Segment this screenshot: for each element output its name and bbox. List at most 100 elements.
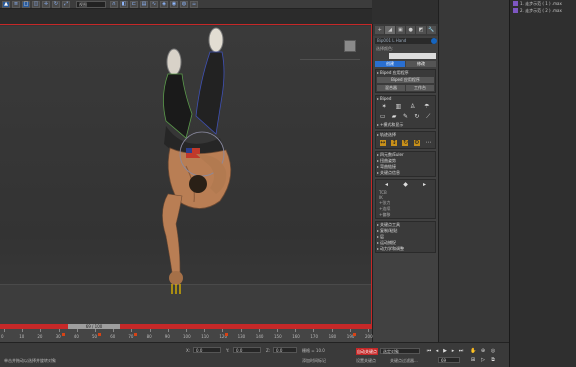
selected-dropdown[interactable]: 选定对象 [380, 348, 420, 354]
footstep-mode-icon[interactable]: ▥ [395, 104, 402, 110]
y-field[interactable]: 0.0 [233, 347, 261, 353]
layer-icon[interactable]: ▤ [140, 0, 148, 8]
set-key-button[interactable]: 设置关键点 [356, 358, 376, 364]
motion-flow-icon[interactable]: ♙ [410, 104, 416, 110]
scale-icon[interactable]: ⤢ [62, 0, 70, 8]
prev-frame-icon[interactable]: ◂ [434, 348, 440, 354]
symmetrical-icon[interactable]: ⋯ [425, 140, 431, 146]
move-icon[interactable]: ✛ [42, 0, 50, 8]
time-ruler[interactable]: 0 10 20 30 40 50 60 70 80 90 100 110 120 130 140 150 160… [0, 329, 373, 342]
file-item[interactable]: 1. 走步示范 ( 1 ) .max [510, 0, 576, 7]
ruler-tick [4, 329, 5, 332]
tab-motion[interactable]: ● [405, 26, 416, 34]
perspective-viewport[interactable] [0, 26, 371, 324]
keyframe-marker[interactable] [225, 333, 229, 336]
keyframe-marker[interactable] [134, 333, 138, 336]
keyframe-marker[interactable] [352, 333, 356, 336]
tab-utilities[interactable]: 🔧 [426, 26, 436, 34]
curve-icon[interactable]: ∿ [150, 0, 158, 8]
biped-app-button[interactable]: Biped 应用程序 [377, 77, 434, 83]
rollout-title[interactable]: Biped [376, 96, 435, 102]
select-icon[interactable]: ▲ [2, 0, 10, 8]
play-icon[interactable]: ▶ [442, 348, 448, 354]
pan-icon[interactable]: ✋ [470, 348, 476, 354]
key-filters-button[interactable]: 关键点过滤器... [390, 358, 418, 364]
ruler-label: 170 [310, 334, 319, 339]
file-item[interactable]: 2. 走步示范 ( 2 ) .max [510, 7, 576, 14]
keyframe-marker[interactable] [61, 333, 65, 336]
material-icon[interactable]: ◉ [170, 0, 178, 8]
zoom-icon[interactable]: ⊕ [480, 348, 486, 354]
color-input[interactable] [389, 53, 436, 59]
folder-icon[interactable]: ▰ [391, 114, 397, 120]
mirror-icon[interactable]: ◧ [120, 0, 128, 8]
body-vertical-icon[interactable]: ↕ [391, 140, 398, 146]
body-horizontal-icon[interactable]: ↔ [379, 140, 386, 146]
workbench-button[interactable]: 工作台 [406, 85, 434, 91]
rollout-title[interactable]: Biped 应用程序 [376, 70, 435, 76]
rect-select-icon[interactable]: □ [22, 0, 30, 8]
create-button[interactable]: 创建 [375, 61, 405, 67]
rotate-icon[interactable]: ↻ [52, 0, 60, 8]
rollout-keyinfo[interactable]: 关键点信息 [376, 170, 435, 176]
rollout-title[interactable]: 轨迹选择 [376, 132, 435, 138]
current-frame-field[interactable]: 69 [438, 357, 460, 363]
viewcube-icon[interactable] [344, 40, 356, 52]
figure-mode-icon[interactable]: ✶ [381, 104, 387, 110]
modify-button[interactable]: 修改 [406, 61, 436, 67]
goto-end-icon[interactable]: ⏭ [458, 348, 464, 354]
snap-icon[interactable]: ∩ [110, 0, 118, 8]
ruler-tick [331, 329, 333, 332]
load-icon[interactable]: ↻ [414, 114, 420, 120]
mixer-button[interactable]: 混合器 [377, 85, 405, 91]
add-time-tag[interactable]: 添加时间标记 [302, 358, 326, 364]
key-nav-row: ◂ ◆ ▸ [376, 180, 435, 190]
orbit-icon[interactable]: ◎ [490, 348, 496, 354]
ruler-label: 180 [328, 334, 337, 339]
mixer-mode-icon[interactable]: ☂ [424, 104, 430, 110]
window-crossing-icon[interactable]: ◫ [32, 0, 40, 8]
reference-coord-dropdown[interactable]: 视图 [76, 0, 106, 8]
ruler-tick [222, 329, 224, 332]
render-icon[interactable]: ☕ [190, 0, 198, 8]
tab-create[interactable]: + [375, 26, 385, 34]
x-field[interactable]: 0.0 [193, 347, 221, 353]
status-bar: 单击并拖动以选择并旋转对象 X: 0.0 Y: 0.0 Z: 0.0 栅格 = … [0, 342, 509, 367]
rollout-subtitle[interactable]: +模式和显示 [376, 122, 435, 128]
ruler-label: 150 [274, 334, 282, 339]
set-key-icon[interactable]: ◆ [403, 182, 409, 188]
object-name-field[interactable]: Bip001 L Hand [375, 38, 437, 44]
pose-icon[interactable]: ⟋ [425, 114, 431, 120]
rollout-dynamics[interactable]: 动力学和调整 [376, 246, 435, 252]
viewport-frame [0, 24, 372, 324]
prev-key-icon[interactable]: ◂ [384, 182, 390, 188]
lock-cog-icon[interactable]: ⚙ [413, 140, 420, 146]
fov-icon[interactable]: ▷ [480, 357, 486, 363]
ruler-tick [95, 329, 96, 332]
tab-hierarchy[interactable]: ▣ [395, 26, 405, 34]
next-key-icon[interactable]: ▸ [422, 182, 428, 188]
zoom-all-icon[interactable]: ⊞ [470, 357, 476, 363]
save-file-icon[interactable]: ✎ [402, 114, 408, 120]
schematic-icon[interactable]: ◈ [160, 0, 168, 8]
align-icon[interactable]: ⊏ [130, 0, 138, 8]
tab-modify[interactable]: ◢ [385, 26, 395, 34]
body-rotation-icon[interactable]: ↻ [402, 140, 409, 146]
object-color-swatch[interactable] [431, 38, 437, 44]
character-model[interactable] [130, 26, 280, 296]
open-file-icon[interactable]: ▭ [380, 114, 386, 120]
ruler-label: 30 [55, 334, 61, 339]
keyframe-marker[interactable] [98, 333, 101, 336]
goto-start-icon[interactable]: ⏮ [426, 348, 432, 354]
next-frame-icon[interactable]: ▸ [450, 348, 456, 354]
command-panel-tabs: + ◢ ▣ ● ◩ 🔧 [373, 24, 438, 36]
grid-size: 栅格 = 10.0 [302, 348, 325, 353]
main-toolbar: ▲ ≡ □ ◫ ✛ ↻ ⤢ 视图 ∩ ◧ ⊏ ▤ ∿ ◈ ◉ ◍ ☕ [0, 0, 372, 9]
tab-display[interactable]: ◩ [416, 26, 426, 34]
ruler-tick [131, 329, 133, 332]
auto-key-button[interactable]: 自动关键点 [356, 348, 378, 355]
select-name-icon[interactable]: ≡ [12, 0, 20, 8]
render-setup-icon[interactable]: ◍ [180, 0, 188, 8]
z-field[interactable]: 0.0 [273, 347, 297, 353]
maximize-icon[interactable]: ⧉ [490, 357, 496, 363]
